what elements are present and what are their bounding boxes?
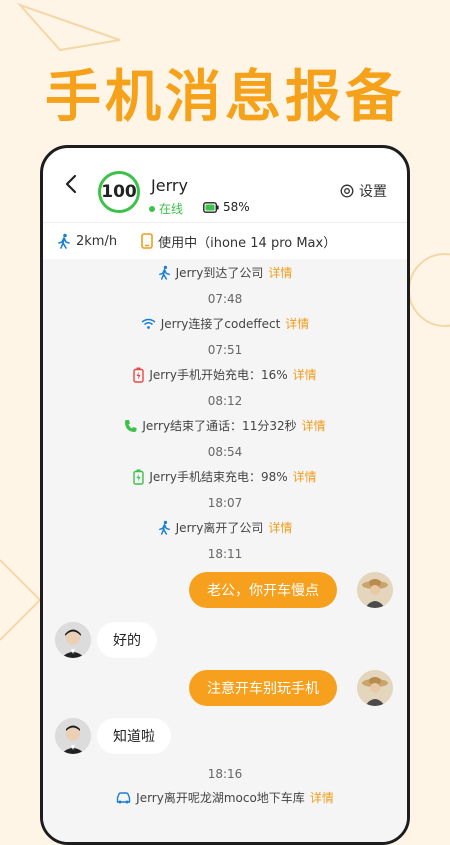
paper-plane-decoration-left <box>0 559 42 641</box>
wifi-icon <box>141 318 156 329</box>
timestamp: 07:51 <box>207 343 243 357</box>
charging-full-icon <box>133 469 145 485</box>
event-text: Jerry到达了公司 <box>175 266 264 280</box>
usage-label: 使用中（ihone 14 pro Max） <box>158 235 337 251</box>
headline: 手机消息报备 <box>45 65 405 130</box>
detail-link[interactable]: 详情 <box>302 417 326 434</box>
speed-info: 2km/h <box>57 233 117 249</box>
speed-label: 2km/h <box>76 233 118 249</box>
detail-link[interactable]: 详情 <box>310 789 334 806</box>
detail-link[interactable]: 详情 <box>293 366 317 383</box>
timestamp: 18:11 <box>207 547 243 561</box>
timestamp: 08:12 <box>207 394 243 408</box>
event-item: Jerry手机开始充电：16% 详情 <box>43 366 407 383</box>
online-label: 在线 <box>159 202 184 216</box>
phone-frame: 100 Jerry 在线 58% 设置 2km/h 使用中（ihone 14 p… <box>40 145 410 845</box>
settings-label: 设置 <box>359 184 387 200</box>
avatar-woman-icon <box>357 572 393 608</box>
event-text: Jerry手机结束充电：98% <box>149 470 288 484</box>
timestamp: 18:16 <box>207 767 243 781</box>
profile-header: 100 Jerry 在线 58% 设置 <box>43 148 407 222</box>
walk-icon <box>58 233 70 249</box>
message-bubble-outgoing[interactable]: 老公，你开车慢点 <box>189 572 337 608</box>
event-item: Jerry离开呢龙湖moco地下车库 详情 <box>43 789 407 806</box>
score-value: 100 <box>101 182 137 202</box>
message-bubble-incoming[interactable]: 知道啦 <box>97 718 171 754</box>
event-item: Jerry手机结束充电：98% 详情 <box>43 468 407 485</box>
avatar[interactable] <box>357 572 393 608</box>
avatar[interactable] <box>357 670 393 706</box>
event-item: Jerry离开了公司 详情 <box>43 519 407 536</box>
detail-link[interactable]: 详情 <box>268 264 292 281</box>
battery-status: 58% <box>203 200 250 214</box>
score-badge: 100 <box>98 171 140 213</box>
device-info-bar: 2km/h 使用中（ihone 14 pro Max） <box>43 222 407 260</box>
paper-plane-decoration <box>16 2 121 52</box>
walk-icon <box>158 265 170 280</box>
event-text: Jerry手机开始充电：16% <box>149 368 288 382</box>
avatar-woman-icon <box>357 670 393 706</box>
detail-link[interactable]: 详情 <box>268 519 292 536</box>
event-text: Jerry离开了公司 <box>175 521 264 535</box>
event-text: Jerry结束了通话：11分32秒 <box>142 419 297 433</box>
back-icon[interactable] <box>63 174 79 194</box>
event-text: Jerry连接了codeffect <box>160 317 281 331</box>
phone-device-icon <box>141 233 153 249</box>
call-icon <box>125 419 137 432</box>
avatar-man-icon <box>55 718 91 754</box>
settings-button[interactable]: 设置 <box>340 181 387 201</box>
battery-icon <box>203 201 219 213</box>
message-bubble-outgoing[interactable]: 注意开车别玩手机 <box>189 670 337 706</box>
activity-feed: Jerry到达了公司 详情 07:48 Jerry连接了codeffect 详情… <box>43 259 407 842</box>
timestamp: 18:07 <box>207 496 243 510</box>
event-item: Jerry结束了通话：11分32秒 详情 <box>43 417 407 434</box>
usage-info: 使用中（ihone 14 pro Max） <box>141 232 336 251</box>
avatar[interactable] <box>55 718 91 754</box>
detail-link[interactable]: 详情 <box>293 468 317 485</box>
timestamp: 08:54 <box>207 445 243 459</box>
online-dot <box>149 205 155 212</box>
avatar[interactable] <box>55 622 91 658</box>
timestamp: 07:48 <box>207 292 243 306</box>
online-status: 在线 <box>149 200 183 217</box>
event-item: Jerry到达了公司 详情 <box>43 264 407 281</box>
charging-low-icon <box>133 367 145 383</box>
event-item: Jerry连接了codeffect 详情 <box>43 315 407 332</box>
message-bubble-incoming[interactable]: 好的 <box>97 622 157 658</box>
avatar-man-icon <box>55 622 91 658</box>
settings-gear-icon <box>340 184 354 198</box>
detail-link[interactable]: 详情 <box>285 315 309 332</box>
event-text: Jerry离开呢龙湖moco地下车库 <box>136 791 305 805</box>
walk-icon <box>158 520 170 535</box>
battery-percent: 58% <box>223 200 250 214</box>
car-icon <box>116 791 131 803</box>
contact-name: Jerry <box>151 176 188 195</box>
